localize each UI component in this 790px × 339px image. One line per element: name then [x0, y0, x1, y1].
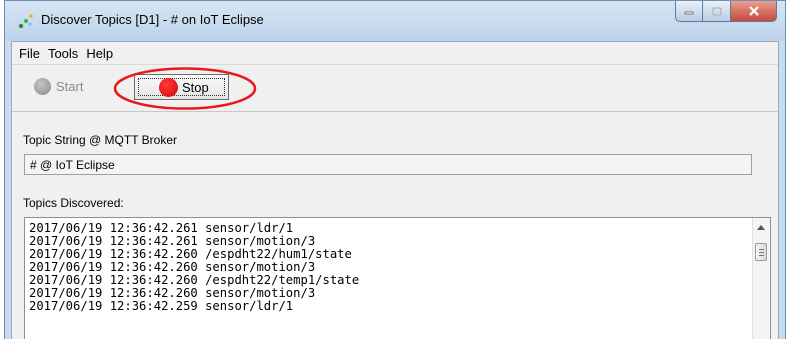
minimize-icon [684, 11, 694, 15]
client-area: File Tools Help Start Stop Topic String … [11, 41, 779, 339]
menu-bar: File Tools Help [12, 42, 778, 65]
topic-string-field[interactable]: # @ IoT Eclipse [24, 154, 752, 175]
stop-indicator-icon [159, 77, 178, 97]
grip-line [759, 252, 764, 253]
menu-file[interactable]: File [15, 46, 44, 61]
close-icon [748, 6, 759, 16]
minimize-button[interactable] [675, 1, 703, 22]
topics-discovered-label: Topics Discovered: [23, 196, 124, 210]
menu-help[interactable]: Help [82, 46, 117, 61]
scrollbar-thumb[interactable] [755, 243, 767, 261]
grip-line [759, 249, 764, 250]
maximize-button[interactable] [703, 1, 731, 22]
topic-line[interactable]: 2017/06/19 12:36:42.259 sensor/ldr/1 [29, 300, 740, 313]
title-bar[interactable]: Discover Topics [D1] - # on IoT Eclipse [5, 1, 785, 41]
start-indicator-icon [34, 78, 51, 95]
maximize-icon [711, 6, 722, 16]
vertical-scrollbar[interactable] [752, 218, 770, 339]
app-icon [18, 14, 33, 29]
stop-button-label: Stop [182, 79, 209, 95]
scroll-up-icon[interactable] [757, 225, 765, 230]
grip-line [759, 255, 764, 256]
topic-string-label: Topic String @ MQTT Broker [23, 133, 177, 147]
topics-list-box[interactable]: 2017/06/19 12:36:42.261 sensor/ldr/1 201… [24, 217, 771, 339]
menu-tools[interactable]: Tools [44, 46, 82, 61]
close-button[interactable] [731, 1, 777, 22]
window-controls [675, 1, 777, 23]
toolbar: Start Stop [12, 65, 778, 112]
window-title: Discover Topics [D1] - # on IoT Eclipse [41, 12, 264, 27]
topics-list: 2017/06/19 12:36:42.261 sensor/ldr/1 201… [29, 222, 740, 313]
stop-button[interactable]: Stop [134, 74, 229, 100]
start-button-label: Start [56, 79, 84, 94]
start-button[interactable]: Start [34, 78, 83, 95]
app-window: Discover Topics [D1] - # on IoT Eclipse … [4, 0, 786, 339]
